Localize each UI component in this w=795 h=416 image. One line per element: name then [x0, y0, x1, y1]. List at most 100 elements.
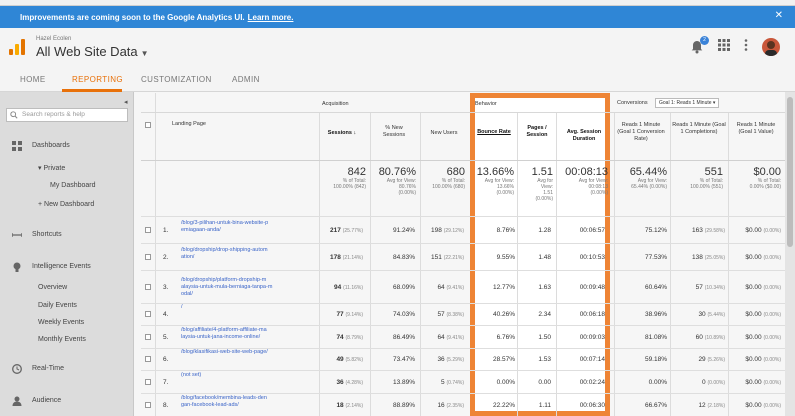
tab-reporting[interactable]: REPORTING	[72, 75, 123, 84]
sidebar-item-private[interactable]: ▾ Private	[38, 164, 65, 172]
new-users-cell: 57 (8.38%)	[421, 311, 464, 318]
audience-person-icon	[12, 396, 22, 406]
analytics-logo-icon[interactable]	[9, 39, 25, 55]
table-row[interactable]: 5. /blog/affiliate/4-platform-affiliate-m…	[141, 325, 785, 348]
landing-page-link[interactable]: /blog/dropship/platform-dropship-m alays…	[181, 277, 277, 298]
goal-value-value: $0.00	[745, 311, 762, 318]
tab-home[interactable]: HOME	[20, 75, 46, 84]
sidebar-item-real-time[interactable]: Real-Time	[32, 365, 64, 372]
sidebar-item-new-dashboard[interactable]: + New Dashboard	[38, 201, 94, 208]
search-input[interactable]: Search reports & help	[6, 108, 128, 122]
more-vert-icon[interactable]	[744, 38, 748, 56]
new-users-pct: (29.12%)	[443, 227, 464, 234]
sidebar-item-monthly-events[interactable]: Monthly Events	[38, 336, 86, 343]
new-users-pct: (22.21%)	[443, 254, 464, 261]
landing-page-link[interactable]: /blog/dropship/drop-shipping-autom ation…	[181, 247, 277, 261]
apps-grid-icon[interactable]	[718, 38, 730, 56]
new-users-cell: 5 (0.74%)	[421, 379, 464, 386]
view-selector[interactable]: All Web Site Data ▼	[36, 44, 149, 59]
realtime-clock-icon	[12, 364, 22, 374]
goal-completions-cell: 30 (5.44%)	[673, 311, 725, 318]
table-row[interactable]: 4. / 77 (9.14%) 74.03% 57 (8.38%) 40.26% 2.34 0…	[141, 303, 785, 325]
row-checkbox[interactable]	[145, 333, 151, 340]
total-sessions: 842% of Total: 100.00% (842)	[333, 166, 366, 190]
tab-customization[interactable]: CUSTOMIZATION	[141, 75, 212, 84]
dashboards-grid-icon	[12, 141, 22, 151]
col-new-sessions[interactable]: % New Sessions	[374, 125, 414, 139]
sidebar-item-intelligence-events[interactable]: Intelligence Events	[32, 263, 91, 270]
sidebar-item-weekly-events[interactable]: Weekly Events	[38, 319, 84, 326]
col-avg-session-duration[interactable]: Avg. Session Duration	[560, 129, 608, 143]
goal-completions-value: 57	[695, 283, 703, 291]
table-row[interactable]: 1. /blog/3-pilihan-untuk-bina-website-p e…	[141, 216, 785, 243]
row-checkbox[interactable]	[145, 226, 151, 233]
scrollbar-thumb[interactable]	[787, 97, 793, 247]
close-icon[interactable]: ✕	[775, 10, 783, 21]
sidebar-item-audience[interactable]: Audience	[32, 397, 61, 404]
collapse-sidebar-icon[interactable]: ◂	[124, 98, 128, 106]
sidebar-item-shortcuts[interactable]: Shortcuts	[32, 231, 62, 238]
tab-admin[interactable]: ADMIN	[232, 75, 260, 84]
select-all-checkbox[interactable]	[145, 122, 151, 128]
goal-completions-cell: 12 (2.18%)	[673, 402, 725, 409]
bounce-rate-cell: 8.76%	[496, 226, 515, 234]
row-checkbox[interactable]	[145, 378, 151, 385]
goal-value-cell: $0.00 (0.00%)	[731, 379, 781, 386]
landing-page-link[interactable]: (not set)	[181, 372, 277, 379]
col-new-users[interactable]: New Users	[424, 130, 464, 137]
col-bounce-rate[interactable]: Bounce Rate	[474, 129, 514, 136]
landing-page-link[interactable]: /blog/affiliate/4-platform-affiliate-ma …	[181, 327, 277, 341]
table-row[interactable]: 2. /blog/dropship/drop-shipping-autom ati…	[141, 243, 785, 270]
notifications-bell-icon[interactable]: 2	[690, 36, 709, 54]
row-checkbox[interactable]	[145, 356, 151, 362]
col-landing-page[interactable]: Landing Page	[172, 121, 206, 128]
col-sessions[interactable]: Sessions ↓	[322, 130, 362, 137]
col-goal-value[interactable]: Reads 1 Minute (Goal 1 Value)	[730, 122, 782, 136]
vertical-scrollbar[interactable]	[785, 92, 795, 416]
new-users-cell: 16 (2.35%)	[421, 402, 464, 409]
goal-conversion-cell: 0.00%	[648, 378, 667, 386]
group-behavior: Behavior	[475, 101, 497, 107]
new-users-pct: (5.29%)	[446, 357, 464, 363]
goal-completions-cell: 57 (10.34%)	[673, 284, 725, 291]
sidebar-item-dashboards[interactable]: Dashboards	[32, 142, 70, 149]
row-checkbox[interactable]	[145, 253, 151, 260]
goal-value-pct: (0.00%)	[763, 284, 781, 291]
goal-selector[interactable]: Goal 1: Reads 1 Minute ▾	[655, 98, 720, 108]
goal-value-value: $0.00	[745, 333, 762, 341]
col-pages-session[interactable]: Pages / Session	[520, 125, 554, 139]
landing-page-link[interactable]: /blog/3-pilihan-untuk-bina-website-p emi…	[181, 220, 277, 234]
goal-value-cell: $0.00 (0.00%)	[731, 227, 781, 234]
sidebar-item-overview[interactable]: Overview	[38, 284, 67, 291]
goal-completions-pct: (10.89%)	[704, 334, 725, 341]
sessions-value: 217	[330, 226, 341, 234]
goal-completions-pct: (5.26%)	[707, 357, 725, 363]
goal-value-pct: (0.00%)	[763, 334, 781, 341]
sidebar-item-daily-events[interactable]: Daily Events	[38, 302, 77, 309]
row-checkbox[interactable]	[145, 283, 151, 290]
table-row[interactable]: 3. /blog/dropship/platform-dropship-m ala…	[141, 270, 785, 303]
landing-page-link[interactable]: /blog/facebook/membina-leads-den gan-fac…	[181, 395, 277, 409]
sessions-value: 49	[336, 356, 344, 363]
pages-session-cell: 1.28	[538, 226, 551, 234]
new-users-cell: 64 (9.41%)	[421, 334, 464, 341]
row-checkbox[interactable]	[145, 401, 151, 408]
landing-page-link[interactable]: /blog/klasifikasi-web-site-web-page/	[181, 349, 277, 356]
col-goal-conversion-rate[interactable]: Reads 1 Minute (Goal 1 Conversion Rate)	[616, 122, 666, 143]
goal-value-pct: (0.00%)	[763, 254, 781, 261]
landing-page-link[interactable]: /	[181, 304, 277, 311]
sessions-cell: 94 (11.16%)	[321, 284, 363, 291]
row-checkbox[interactable]	[145, 311, 151, 317]
new-users-cell: 198 (29.12%)	[421, 227, 464, 234]
sidebar-item-my-dashboard[interactable]: My Dashboard	[50, 182, 96, 189]
table-row[interactable]: 7. (not set) 36 (4.28%) 13.89% 5 (0.74%) 0.00…	[141, 370, 785, 393]
goal-conversion-cell: 81.08%	[644, 333, 667, 341]
user-avatar[interactable]	[762, 38, 780, 56]
table-row[interactable]: 6. /blog/klasifikasi-web-site-web-page/49…	[141, 348, 785, 370]
table-row[interactable]: 8. /blog/facebook/membina-leads-den gan-f…	[141, 393, 785, 416]
col-goal-completions[interactable]: Reads 1 Minute (Goal 1 Completions)	[672, 122, 726, 136]
new-users-pct: (9.41%)	[446, 284, 464, 291]
goal-conversion-cell: 66.67%	[644, 401, 667, 409]
sessions-cell: 18 (2.14%)	[321, 402, 363, 409]
learn-more-link[interactable]: Learn more.	[248, 13, 294, 22]
